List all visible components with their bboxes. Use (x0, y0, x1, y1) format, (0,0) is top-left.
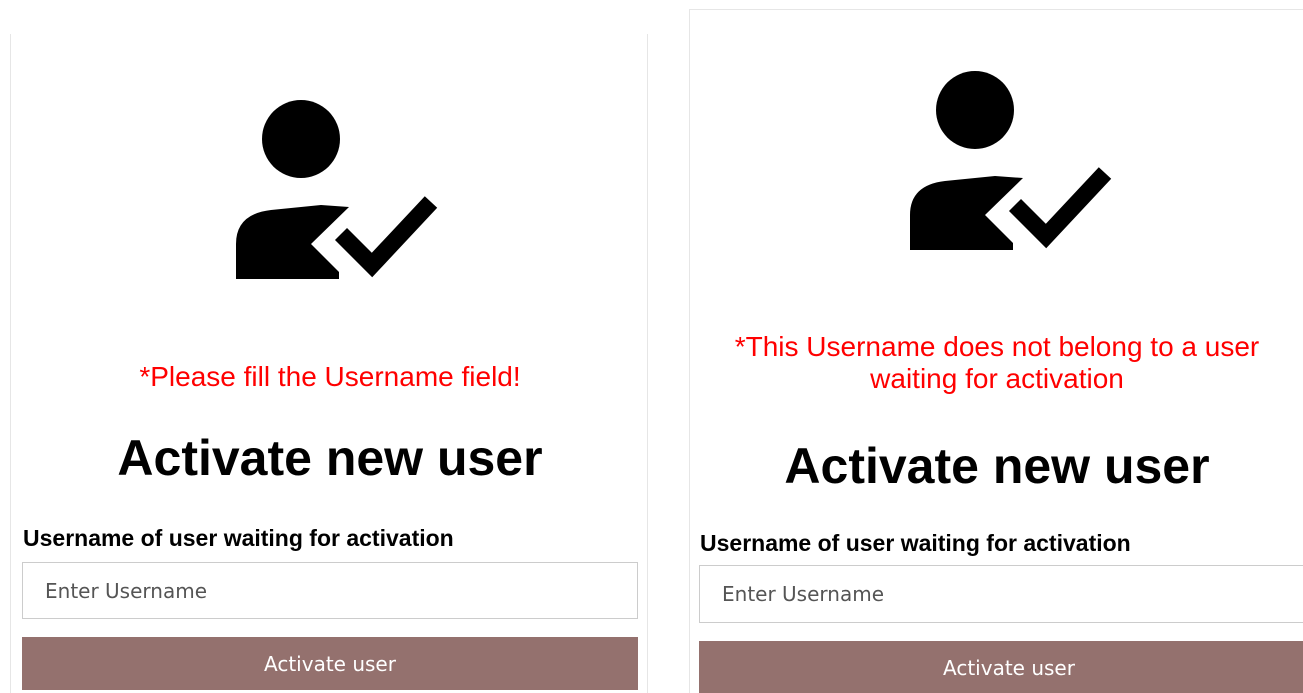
username-field-label: Username of user waiting for activation (700, 530, 1131, 556)
page-title: Activate new user (117, 430, 543, 486)
activate-user-button[interactable]: Activate user (22, 637, 638, 690)
screenshot-stage: *Please fill the Username field! Activat… (0, 0, 1303, 693)
user-check-icon (910, 71, 1112, 250)
username-field-label: Username of user waiting for activation (23, 525, 454, 551)
activation-panel-left: *Please fill the Username field! Activat… (10, 34, 648, 693)
username-input[interactable] (699, 565, 1303, 623)
activation-panel-right: *This Username does not belong to a user… (689, 9, 1303, 693)
error-message: *This Username does not belong to a user… (734, 331, 1260, 394)
page-title: Activate new user (784, 438, 1210, 494)
username-input[interactable] (22, 562, 638, 619)
activate-user-button[interactable]: Activate user (699, 641, 1303, 693)
error-message: *Please fill the Username field! (139, 361, 521, 392)
user-check-icon (236, 100, 438, 279)
